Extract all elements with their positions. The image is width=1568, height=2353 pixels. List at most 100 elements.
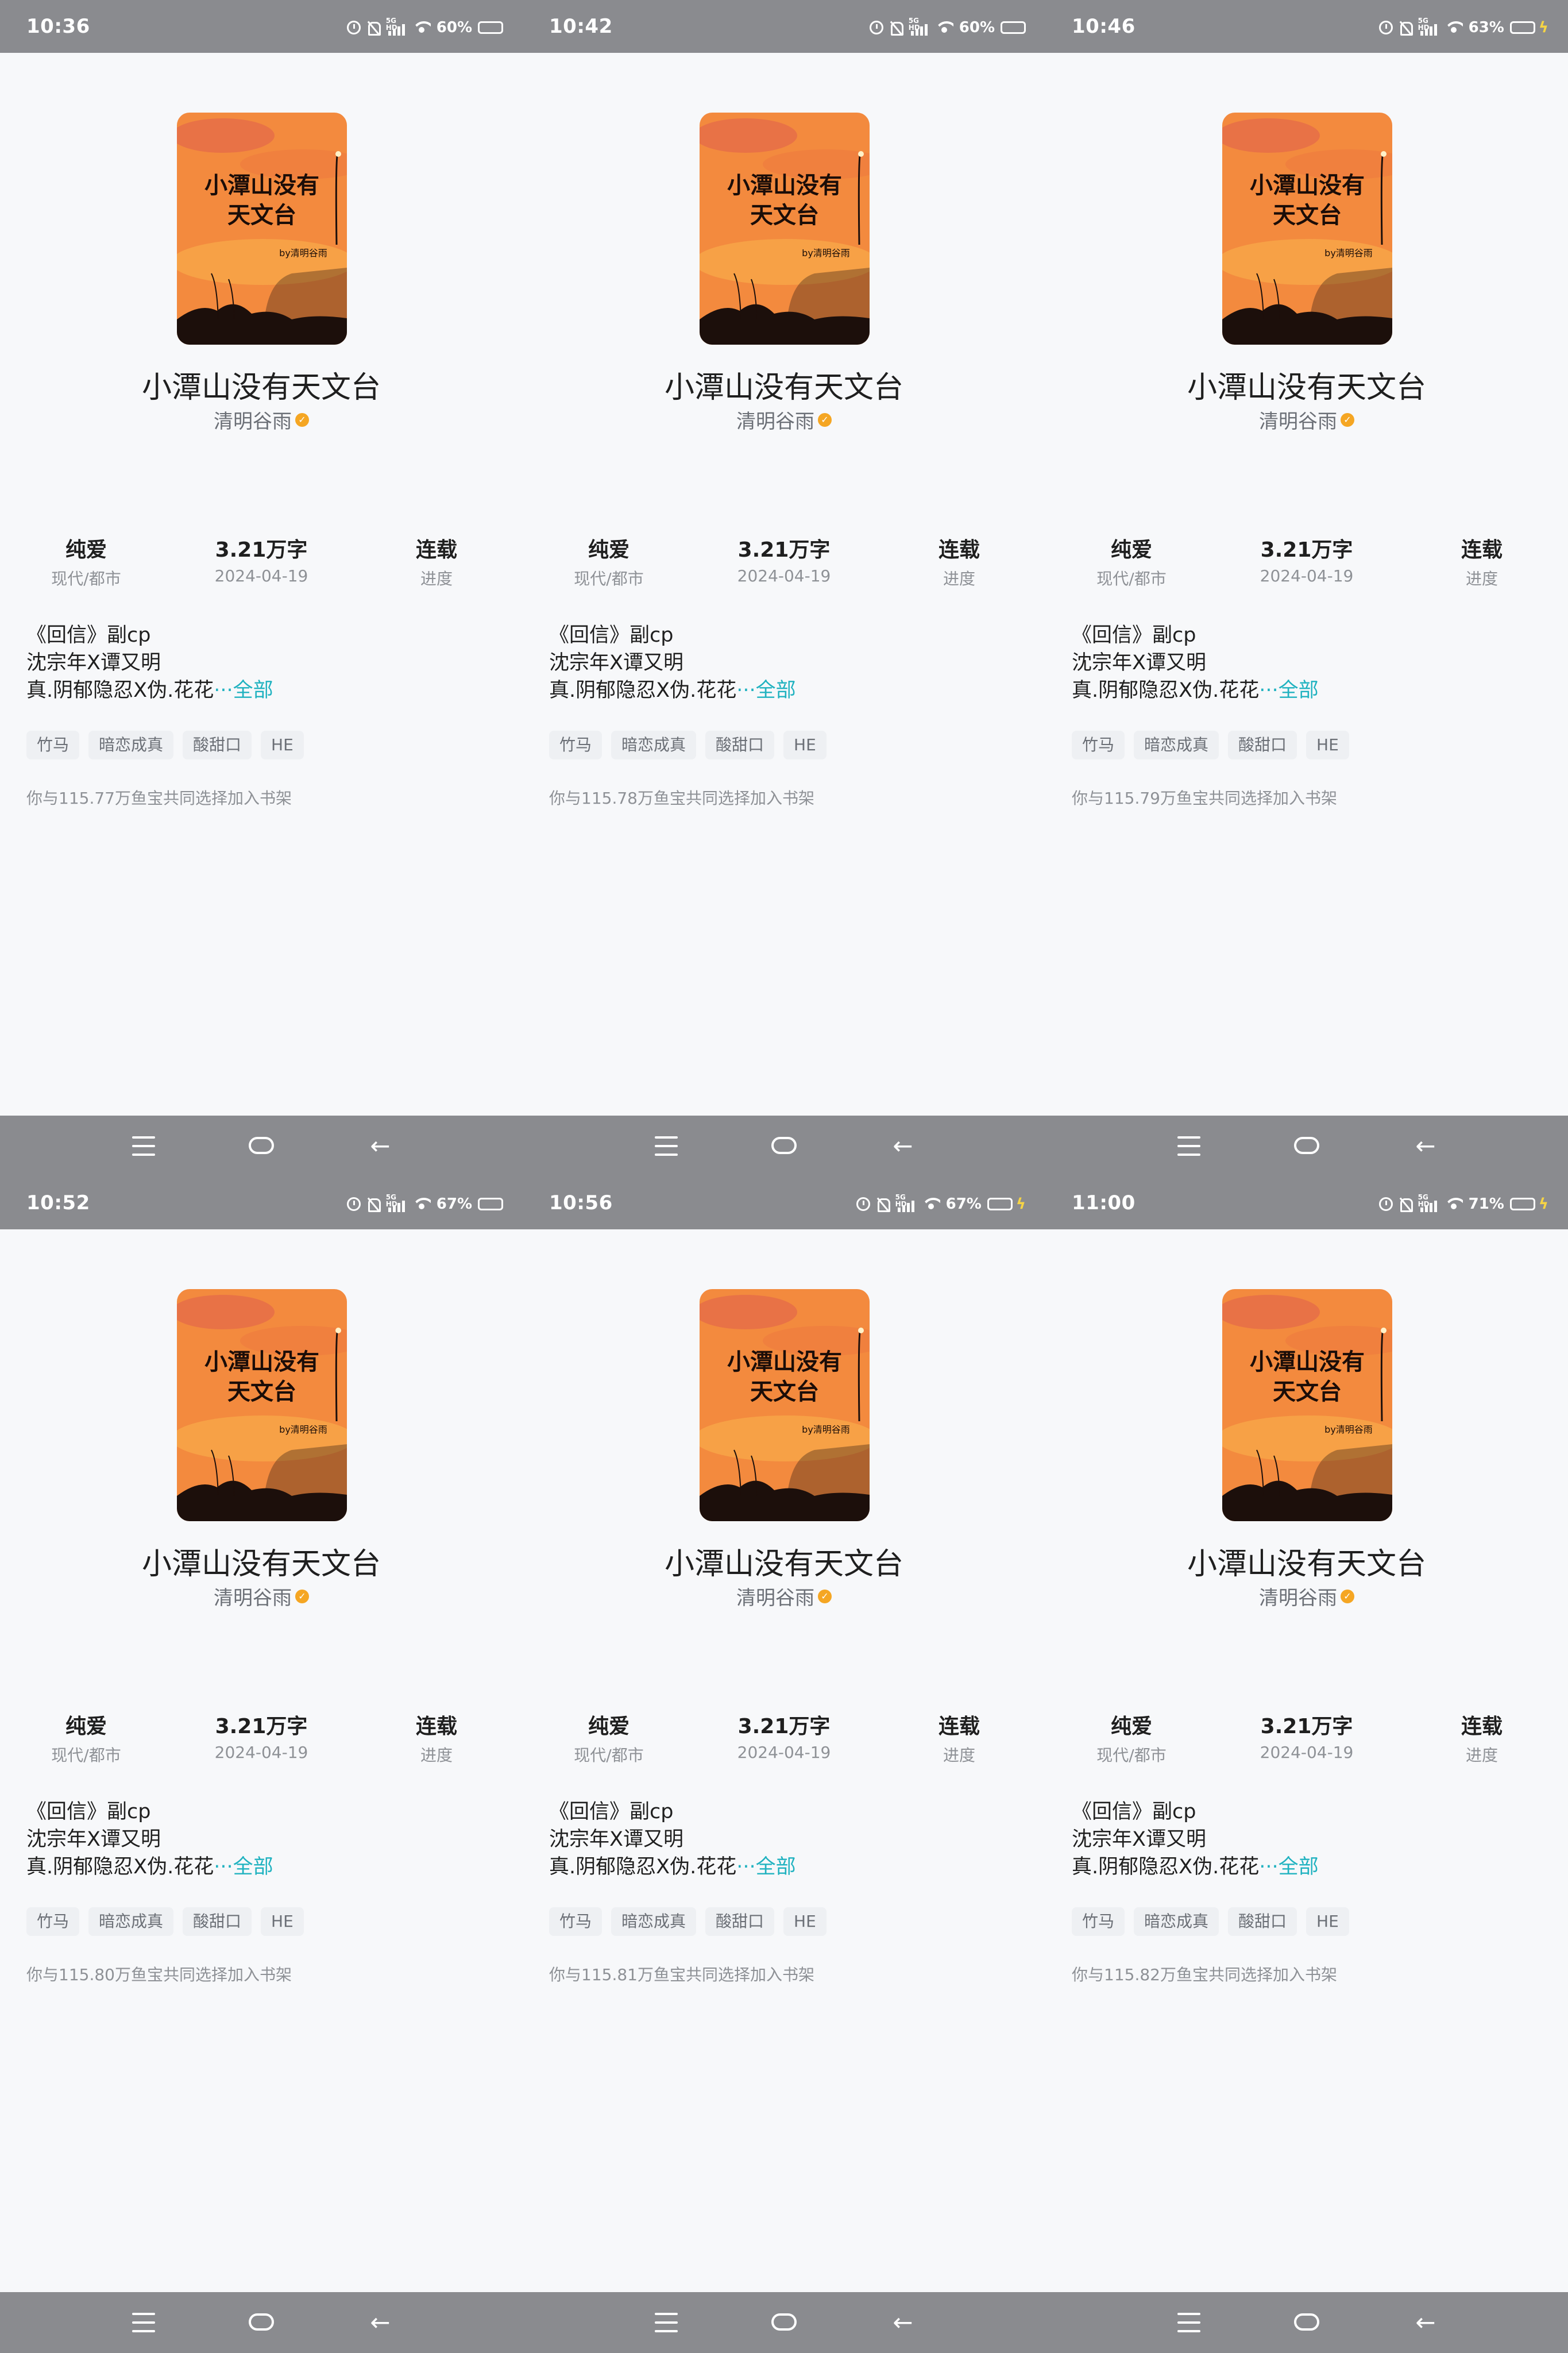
home-icon[interactable] (771, 2313, 797, 2331)
verified-icon: ✓ (1341, 412, 1354, 427)
book-summary: 《回信》副cp 沈宗年X谭又明 真.阴郁隐忍X伪.花花···全部 (549, 622, 1032, 704)
tag[interactable]: 竹马 (26, 731, 80, 759)
back-icon[interactable]: ← (890, 2308, 916, 2337)
back-icon[interactable]: ← (368, 1132, 393, 1160)
back-icon[interactable]: ← (1413, 1132, 1438, 1160)
summary-line: 《回信》副cp (549, 1800, 674, 1823)
navigation-bar: ← (0, 2292, 523, 2353)
author-row[interactable]: 清明谷雨 ✓ (1045, 406, 1568, 434)
tag[interactable]: 暗恋成真 (88, 1907, 174, 1936)
tag[interactable]: 酸甜口 (705, 1907, 775, 1936)
expand-summary-link[interactable]: ···全部 (214, 679, 273, 702)
battery-percent: 63% (1468, 19, 1504, 36)
tag[interactable]: 酸甜口 (1228, 731, 1297, 759)
status-label: 进度 (420, 569, 453, 588)
cover-title-line1: 小潭山没有 (727, 172, 842, 199)
book-cover[interactable]: 小潭山没有 天文台 by清明谷雨 (700, 113, 870, 345)
tag[interactable]: 竹马 (26, 1907, 80, 1936)
summary-line: 沈宗年X谭又明 (549, 651, 683, 674)
battery-percent: 71% (1468, 1195, 1504, 1213)
author-name[interactable]: 清明谷雨 (736, 1582, 814, 1610)
author-name[interactable]: 清明谷雨 (1259, 406, 1337, 434)
shelf-count-note: 你与115.81万鱼宝共同选择加入书架 (549, 1965, 814, 1984)
author-row[interactable]: 清明谷雨 ✓ (523, 406, 1045, 434)
tag[interactable]: 酸甜口 (183, 1907, 252, 1936)
stat-status: 连载 进度 (890, 533, 1028, 589)
book-cover[interactable]: 小潭山没有 天文台 by清明谷雨 (177, 113, 347, 345)
category-value: 纯爱 (588, 538, 629, 562)
word-count: 3.21万字 (737, 538, 831, 562)
update-date: 2024-04-19 (737, 566, 831, 585)
status-value: 连载 (938, 1715, 980, 1738)
status-time: 10:42 (549, 15, 613, 38)
tag[interactable]: 暗恋成真 (611, 731, 697, 759)
tag[interactable]: 酸甜口 (183, 731, 252, 759)
tag[interactable]: HE (1306, 731, 1349, 759)
author-name[interactable]: 清明谷雨 (214, 1582, 292, 1610)
word-count: 3.21万字 (1260, 1715, 1353, 1738)
status-value: 连载 (415, 1715, 457, 1738)
home-icon[interactable] (249, 2313, 274, 2331)
author-row[interactable]: 清明谷雨 ✓ (1045, 1582, 1568, 1610)
back-icon[interactable]: ← (890, 1132, 916, 1160)
screenshot-grid: 10:36 5G HD 60% ϟ (0, 0, 1568, 2353)
home-icon[interactable] (249, 1137, 274, 1154)
menu-icon[interactable] (132, 2313, 155, 2332)
home-icon[interactable] (1294, 1137, 1319, 1154)
tag[interactable]: HE (261, 1907, 304, 1936)
tag[interactable]: 竹马 (1072, 1907, 1125, 1936)
book-cover[interactable]: 小潭山没有 天文台 by清明谷雨 (1222, 113, 1392, 345)
tag[interactable]: 酸甜口 (1228, 1907, 1297, 1936)
summary-line: 《回信》副cp (26, 624, 151, 647)
menu-icon[interactable] (655, 2313, 678, 2332)
category-value: 纯爱 (1110, 1715, 1152, 1738)
expand-summary-link[interactable]: ···全部 (1259, 679, 1318, 702)
menu-icon[interactable] (1177, 1136, 1200, 1156)
tag[interactable]: HE (261, 731, 304, 759)
author-name[interactable]: 清明谷雨 (214, 406, 292, 434)
navigation-bar: ← (523, 1116, 1045, 1176)
book-cover[interactable]: 小潭山没有 天文台 by清明谷雨 (700, 1289, 870, 1521)
tag[interactable]: 暗恋成真 (1134, 1907, 1219, 1936)
tag[interactable]: HE (783, 1907, 827, 1936)
cover-title-line1: 小潭山没有 (1250, 1348, 1365, 1375)
tag[interactable]: 暗恋成真 (1134, 731, 1219, 759)
author-row[interactable]: 清明谷雨 ✓ (523, 1582, 1045, 1610)
tag[interactable]: 竹马 (549, 1907, 603, 1936)
summary-line: 《回信》副cp (1072, 624, 1196, 647)
author-row[interactable]: 清明谷雨 ✓ (0, 406, 523, 434)
expand-summary-link[interactable]: ···全部 (214, 1856, 273, 1878)
back-icon[interactable]: ← (368, 2308, 393, 2337)
stat-category: 纯爱 现代/都市 (23, 533, 149, 589)
home-icon[interactable] (1294, 2313, 1319, 2331)
tag[interactable]: 酸甜口 (705, 731, 775, 759)
tag[interactable]: HE (783, 731, 827, 759)
book-detail: 小潭山没有 天文台 by清明谷雨 小潭山没有天文台 清明谷雨 ✓ 纯爱 现代/都… (523, 1229, 1045, 2292)
menu-icon[interactable] (132, 1136, 155, 1156)
status-bar: 10:56 5G HD 67% ϟ (523, 1176, 1045, 1229)
menu-icon[interactable] (655, 1136, 678, 1156)
tag[interactable]: 竹马 (1072, 731, 1125, 759)
expand-summary-link[interactable]: ···全部 (736, 1856, 795, 1878)
tag[interactable]: 竹马 (549, 731, 603, 759)
tag[interactable]: 暗恋成真 (611, 1907, 697, 1936)
home-icon[interactable] (771, 1137, 797, 1154)
tag[interactable]: 暗恋成真 (88, 731, 174, 759)
expand-summary-link[interactable]: ···全部 (1259, 1856, 1318, 1878)
tag[interactable]: HE (1306, 1907, 1349, 1936)
author-row[interactable]: 清明谷雨 ✓ (0, 1582, 523, 1610)
expand-summary-link[interactable]: ···全部 (736, 679, 795, 702)
verified-icon: ✓ (818, 412, 832, 427)
author-name[interactable]: 清明谷雨 (1259, 1582, 1337, 1610)
author-name[interactable]: 清明谷雨 (736, 406, 814, 434)
status-bar: 11:00 5G HD 71% ϟ (1045, 1176, 1568, 1229)
genre-value: 现代/都市 (51, 1746, 121, 1765)
status-label: 进度 (420, 1746, 453, 1765)
status-value: 连载 (415, 538, 457, 562)
menu-icon[interactable] (1177, 2313, 1200, 2332)
book-cover[interactable]: 小潭山没有 天文台 by清明谷雨 (177, 1289, 347, 1521)
book-cover[interactable]: 小潭山没有 天文台 by清明谷雨 (1222, 1289, 1392, 1521)
book-detail: 小潭山没有 天文台 by清明谷雨 小潭山没有天文台 清明谷雨 ✓ 纯爱 现代/都… (0, 53, 523, 1116)
status-label: 进度 (1465, 1746, 1498, 1765)
back-icon[interactable]: ← (1413, 2308, 1438, 2337)
